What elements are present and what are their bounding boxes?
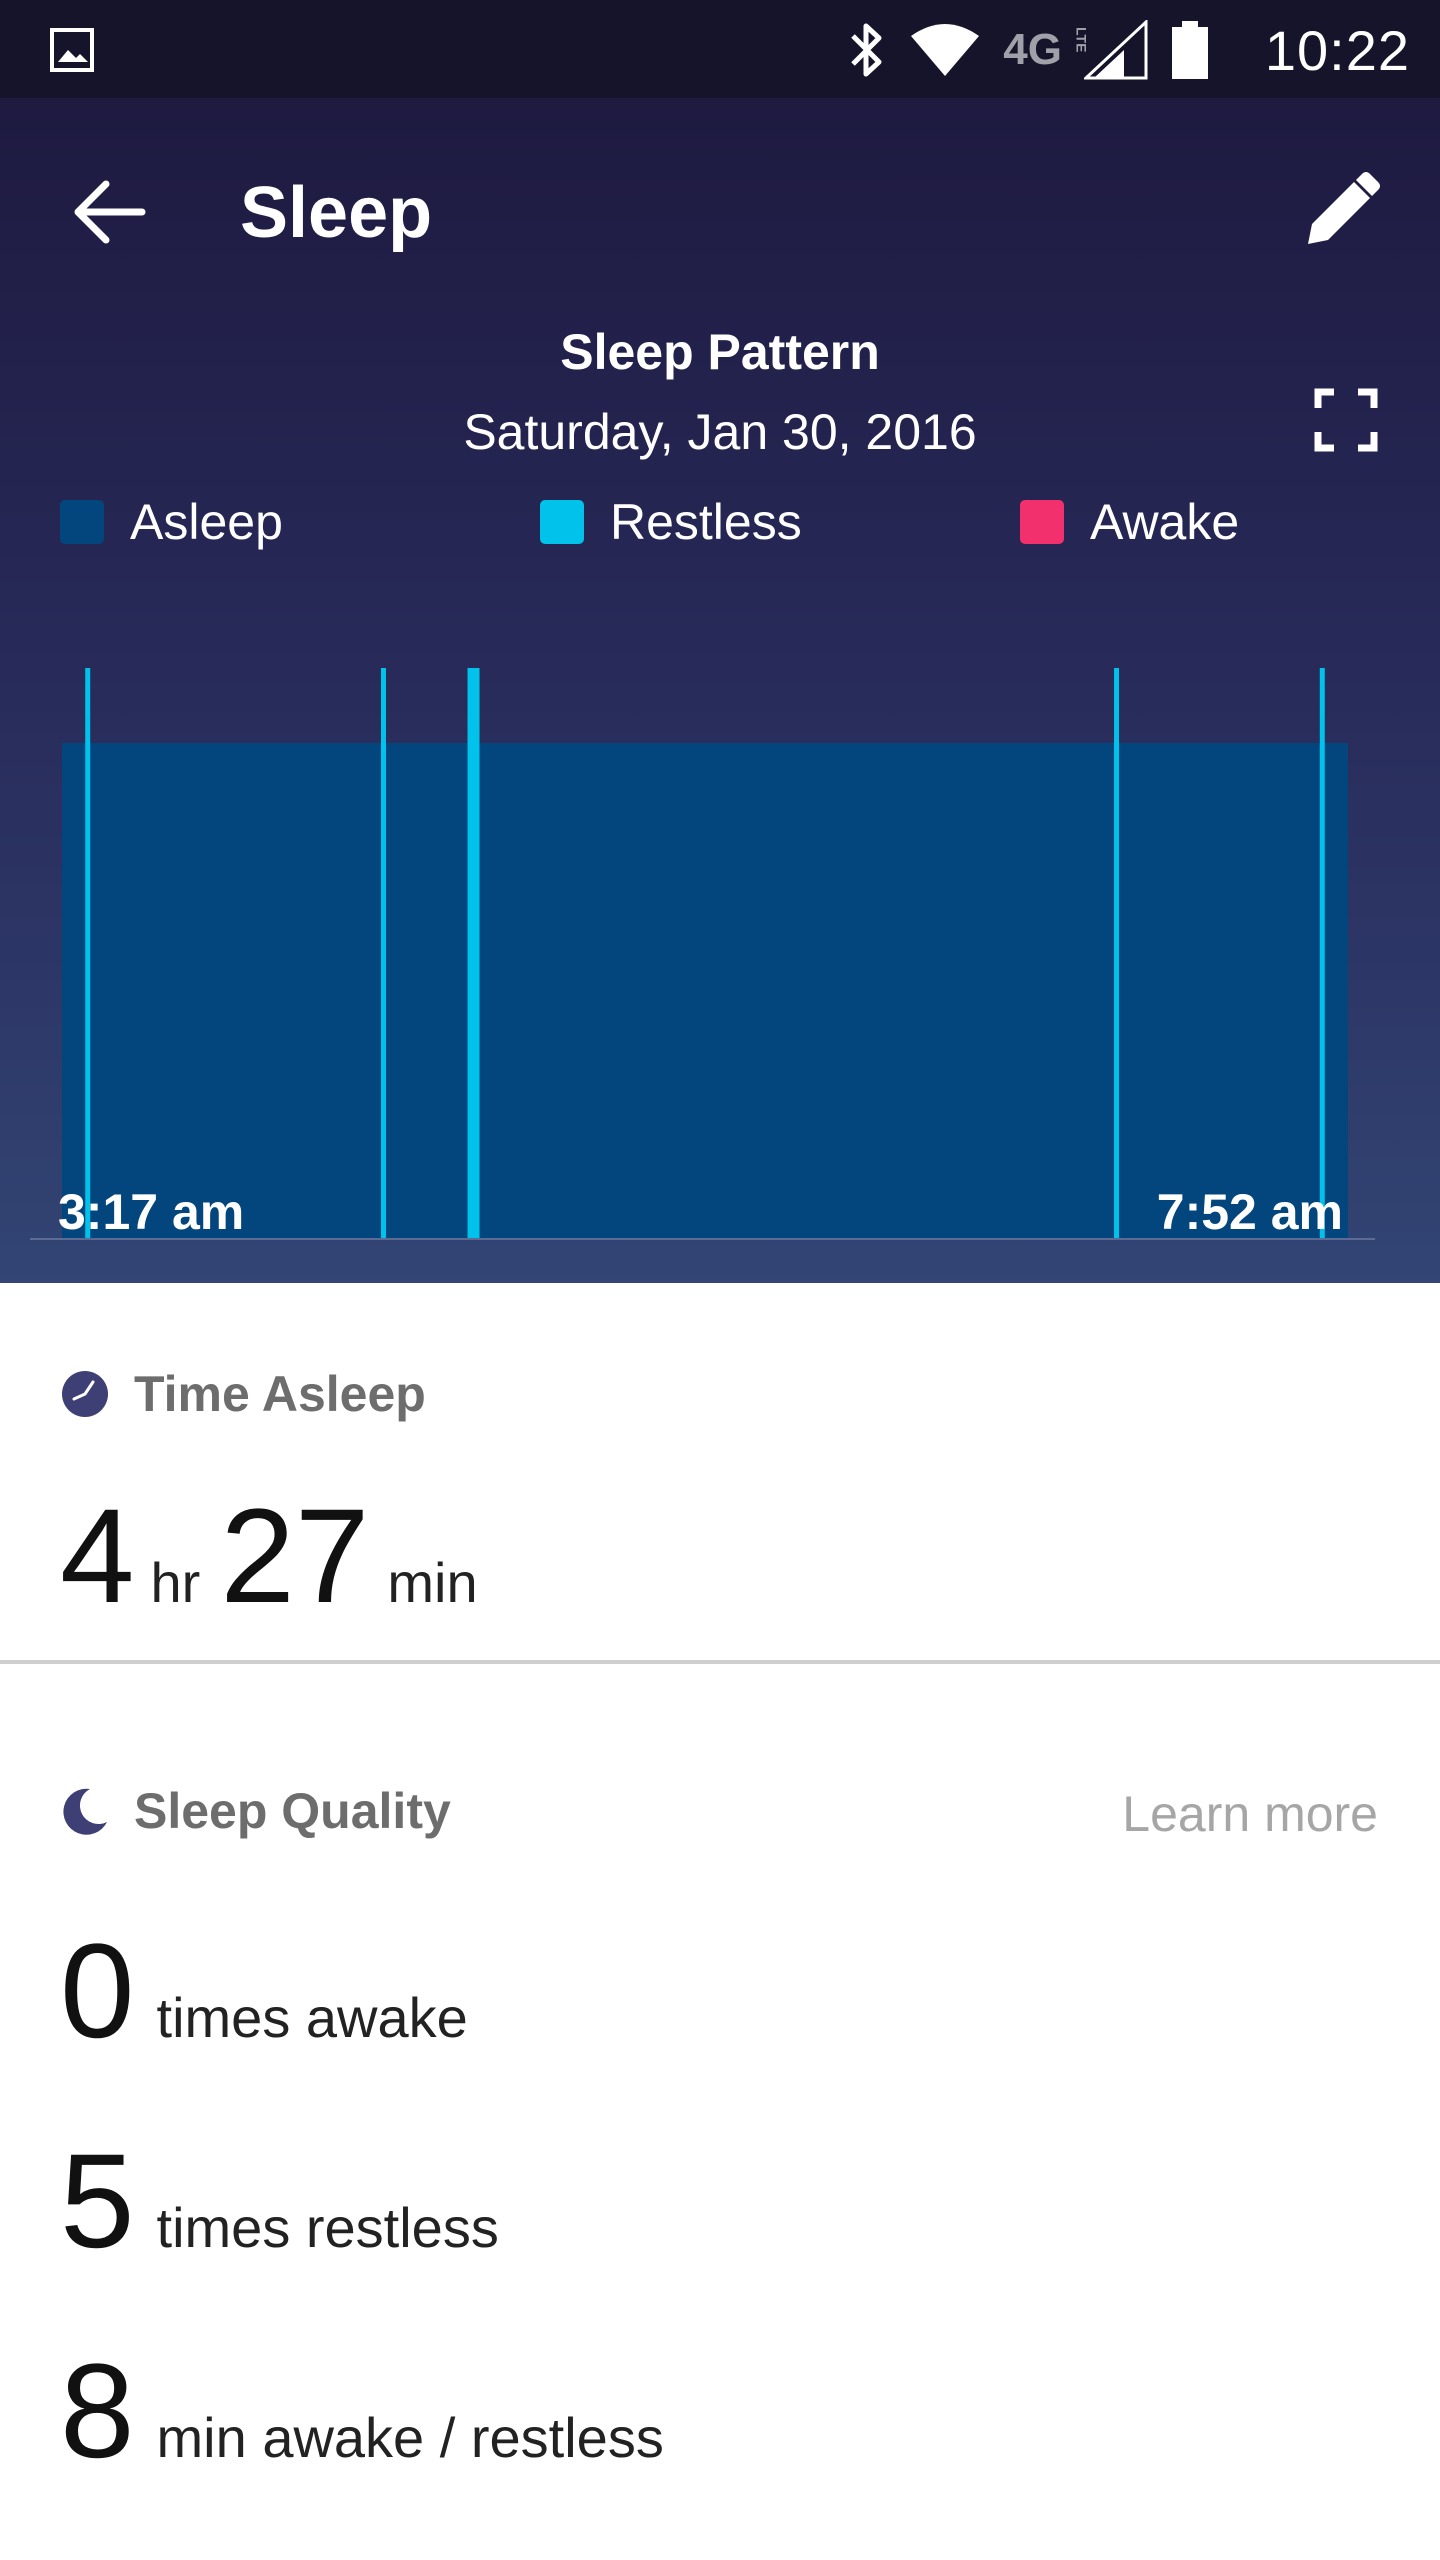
signal-icon — [1084, 20, 1148, 80]
stat-times-restless: 5 times restless — [60, 2135, 499, 2269]
stat-min-awake-restless: 8 min awake / restless — [60, 2345, 664, 2479]
stat-label: times restless — [156, 2196, 499, 2259]
learn-more-link[interactable]: Learn more — [1122, 1785, 1378, 1843]
restless-mark — [381, 668, 386, 1238]
section-title: Time Asleep — [134, 1366, 426, 1422]
minutes-value: 27 — [220, 1482, 370, 1631]
legend-restless: Restless — [540, 493, 802, 551]
legend-label: Awake — [1090, 494, 1240, 550]
sleep-header: Sleep Sleep Pattern Saturday, Jan 30, 20… — [0, 98, 1440, 1283]
restless-mark — [1114, 668, 1120, 1238]
section-title: Sleep Quality — [134, 1783, 451, 1839]
chart-date: Saturday, Jan 30, 2016 — [463, 404, 977, 460]
section-divider — [0, 1660, 1440, 1664]
restless-mark — [85, 668, 91, 1238]
legend-label: Restless — [610, 494, 802, 550]
legend-label: Asleep — [130, 494, 283, 550]
sleep-pattern-chart[interactable] — [30, 668, 1375, 1248]
stat-value: 8 — [60, 2337, 135, 2486]
legend-swatch-asleep — [60, 500, 104, 544]
stat-label: min awake / restless — [156, 2406, 664, 2469]
hours-unit: hr — [150, 1551, 201, 1614]
legend-asleep: Asleep — [60, 493, 283, 551]
moon-icon — [63, 1788, 107, 1835]
restless-mark — [467, 668, 480, 1238]
status-clock: 10:22 — [1264, 19, 1410, 82]
stat-label: times awake — [156, 1986, 468, 2049]
chart-title: Sleep Pattern — [560, 324, 880, 380]
fullscreen-icon[interactable] — [1314, 388, 1378, 452]
app-bar: Sleep — [0, 98, 1440, 328]
page-title: Sleep — [240, 173, 433, 253]
hours-value: 4 — [60, 1482, 135, 1631]
status-bar: 4G LTE 10:22 — [0, 0, 1440, 98]
sleep-quality-heading: Sleep Quality — [60, 1782, 451, 1840]
time-asleep-value: 4 hr 27 min — [60, 1490, 478, 1624]
image-icon — [50, 28, 94, 72]
restless-mark — [1319, 668, 1325, 1238]
clock-icon — [62, 1371, 108, 1417]
chart-legend: Asleep Restless Awake — [0, 493, 1440, 563]
back-arrow-icon[interactable] — [70, 172, 150, 252]
legend-swatch-restless — [540, 500, 584, 544]
wifi-icon — [911, 24, 980, 76]
network-type: 4G LTE — [1003, 25, 1090, 74]
legend-awake: Awake — [1020, 493, 1239, 551]
stat-value: 5 — [60, 2127, 135, 2276]
edit-pencil-icon[interactable] — [1294, 168, 1384, 258]
chart-end-time: 7:52 am — [1156, 1184, 1343, 1240]
sleep-segment-asleep — [62, 743, 1348, 1238]
minutes-unit: min — [387, 1551, 478, 1614]
stat-value: 0 — [60, 1917, 135, 2066]
time-asleep-heading: Time Asleep — [60, 1365, 426, 1423]
bluetooth-icon — [851, 23, 882, 77]
stat-times-awake: 0 times awake — [60, 1925, 468, 2059]
chart-start-time: 3:17 am — [58, 1184, 245, 1240]
legend-swatch-awake — [1020, 500, 1064, 544]
battery-icon — [1172, 21, 1208, 79]
